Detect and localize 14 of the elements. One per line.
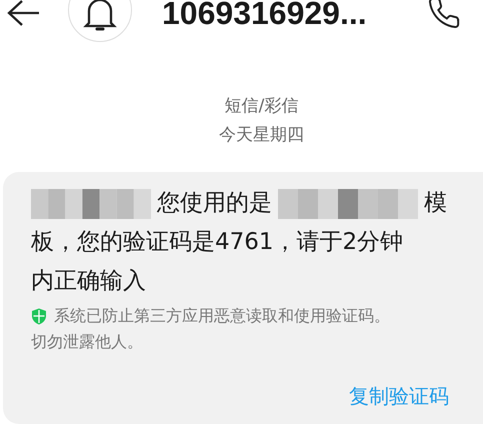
- contact-number: 1069316929...: [162, 0, 368, 32]
- security-notice: 系统已防止第三方应用恶意读取和使用验证码。: [54, 305, 390, 327]
- security-notice: 切勿泄露他人。: [31, 331, 143, 353]
- shield-icon: [31, 308, 47, 324]
- message-text: 内正确输入: [31, 267, 146, 296]
- message-date: 今天星期四: [219, 124, 304, 146]
- phone-icon[interactable]: [427, 0, 461, 30]
- message-channel: 短信/彩信: [224, 95, 298, 117]
- message-text: 板，您的验证码是4761，请于2分钟: [31, 228, 404, 257]
- message-text: 模: [424, 189, 447, 218]
- copy-code-link[interactable]: 复制验证码: [349, 383, 449, 410]
- message-text: 您使用的是: [157, 189, 272, 218]
- back-arrow-icon[interactable]: [6, 0, 40, 28]
- bell-icon: [83, 0, 117, 33]
